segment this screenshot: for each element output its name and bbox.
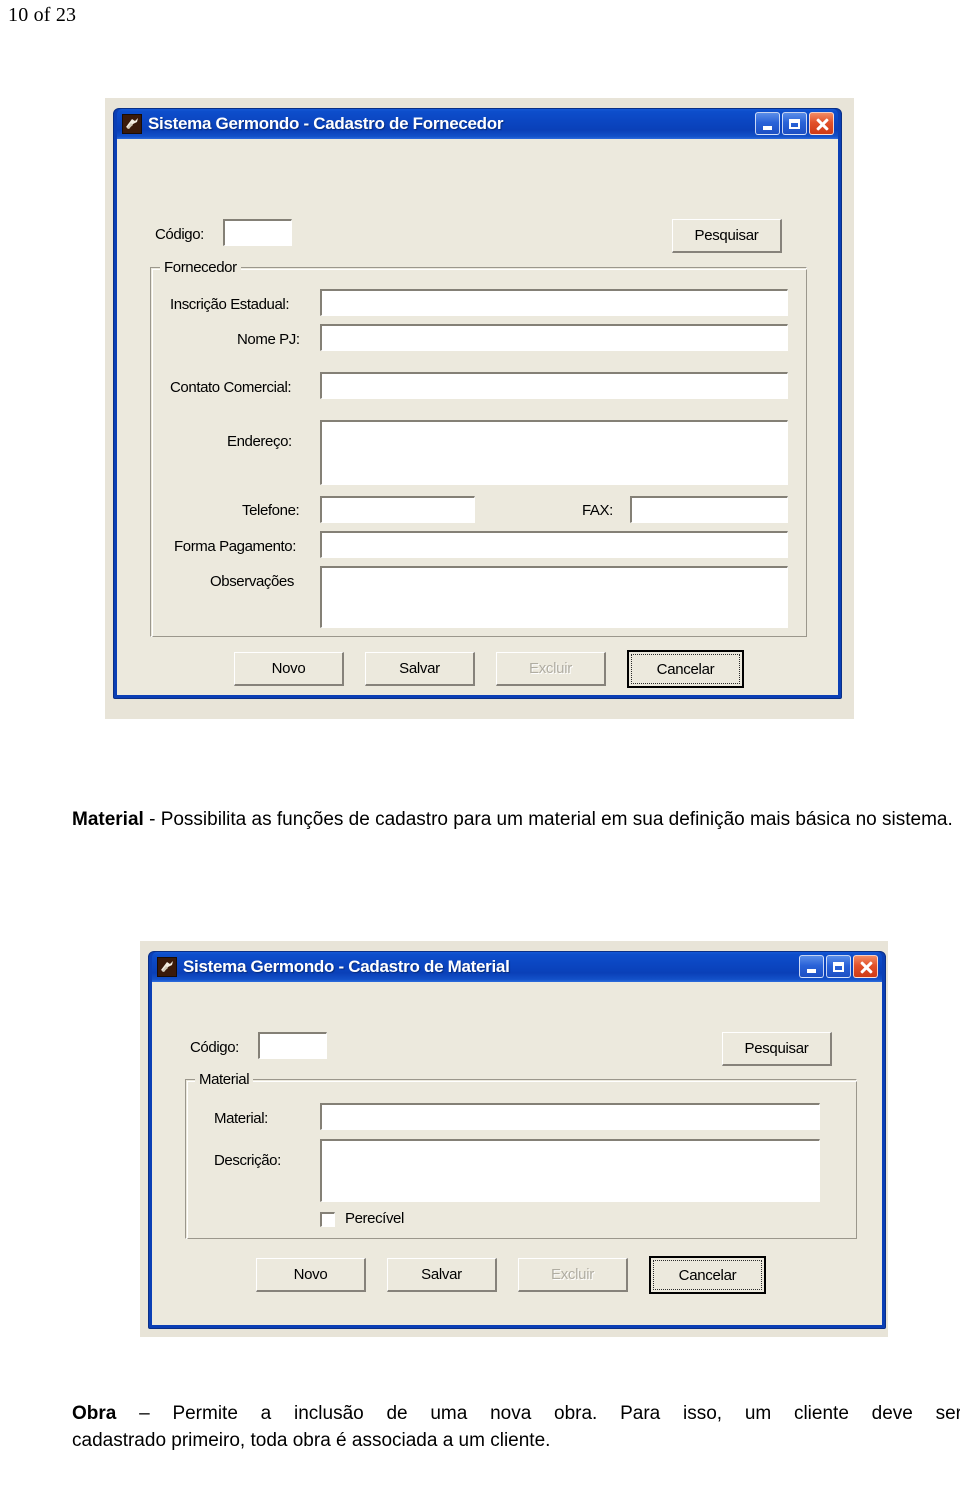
app-icon [122,114,142,134]
maximize-icon[interactable] [826,955,851,978]
novo-button[interactable]: Novo [234,652,344,686]
codigo-input[interactable] [258,1032,327,1059]
codigo-label: Código: [190,1039,239,1056]
endereco-label: Endereço: [227,433,292,450]
cancelar-button[interactable]: Cancelar [627,650,744,688]
codigo-label: Código: [155,226,204,243]
paragraph-material-lead: Material [72,809,144,830]
excluir-button[interactable]: Excluir [496,652,606,686]
dialog-body-material: Código: Pesquisar Material Material: Des… [152,982,882,1325]
minimize-icon[interactable] [799,955,824,978]
paragraph-obra-lead: Obra [72,1403,117,1424]
perecivel-label: Perecível [345,1210,404,1227]
pesquisar-button[interactable]: Pesquisar [672,219,782,253]
paragraph-material-rest: - Possibilita as funções de cadastro par… [143,809,953,830]
close-icon[interactable] [853,955,878,978]
observacoes-input[interactable] [320,566,788,628]
paragraph-obra-line1: – Permite a inclusão de uma nova obra. P… [116,1403,960,1424]
minimize-icon[interactable] [755,112,780,135]
titlebar-material[interactable]: Sistema Germondo - Cadastro de Material [152,952,882,982]
descricao-label: Descrição: [214,1152,281,1169]
pesquisar-button[interactable]: Pesquisar [722,1032,832,1066]
caption-buttons-material [799,955,878,978]
titlebar-fornecedor[interactable]: Sistema Germondo - Cadastro de Fornecedo… [117,109,838,139]
telefone-label: Telefone: [242,502,300,519]
nome-pj-input[interactable] [320,324,788,351]
contato-comercial-input[interactable] [320,372,788,399]
cancelar-button-label: Cancelar [656,660,715,678]
cancelar-button-label: Cancelar [678,1266,737,1284]
close-icon[interactable] [809,112,834,135]
dialog-cadastro-fornecedor: Sistema Germondo - Cadastro de Fornecedo… [113,108,842,699]
dialog-cadastro-material: Sistema Germondo - Cadastro de Material … [148,951,886,1329]
cancelar-button[interactable]: Cancelar [649,1256,766,1294]
paragraph-material: Material - Possibilita as funções de cad… [72,806,960,833]
contato-comercial-label: Contato Comercial: [170,379,292,396]
window-title-fornecedor: Sistema Germondo - Cadastro de Fornecedo… [148,114,504,133]
fax-label: FAX: [582,502,613,519]
forma-pagamento-label: Forma Pagamento: [174,538,296,555]
descricao-input[interactable] [320,1139,820,1202]
nome-pj-label: Nome PJ: [237,331,300,348]
endereco-input[interactable] [320,420,788,485]
dialog-body-fornecedor: Código: Pesquisar Fornecedor Inscrição E… [117,139,838,695]
material-input[interactable] [320,1103,820,1130]
caption-buttons-fornecedor [755,112,834,135]
fax-input[interactable] [630,496,788,523]
forma-pagamento-input[interactable] [320,531,788,558]
novo-button[interactable]: Novo [256,1258,366,1292]
maximize-icon[interactable] [782,112,807,135]
telefone-input[interactable] [320,496,475,523]
excluir-button[interactable]: Excluir [518,1258,628,1292]
salvar-button[interactable]: Salvar [365,652,475,686]
codigo-input[interactable] [223,219,292,246]
group-title-material: Material [195,1071,254,1088]
group-title-fornecedor: Fornecedor [160,259,241,276]
perecivel-checkbox[interactable] [320,1212,335,1227]
material-label: Material: [214,1110,268,1127]
paragraph-obra: Obra – Permite a inclusão de uma nova ob… [72,1400,960,1454]
inscricao-estadual-label: Inscrição Estadual: [170,296,290,313]
page-number-header: 10 of 23 [8,4,77,26]
app-icon [157,957,177,977]
window-title-material: Sistema Germondo - Cadastro de Material [183,957,510,976]
salvar-button[interactable]: Salvar [387,1258,497,1292]
paragraph-obra-line2: cadastrado primeiro, toda obra é associa… [72,1430,551,1451]
observacoes-label: Observações [210,573,294,590]
inscricao-estadual-input[interactable] [320,289,788,316]
